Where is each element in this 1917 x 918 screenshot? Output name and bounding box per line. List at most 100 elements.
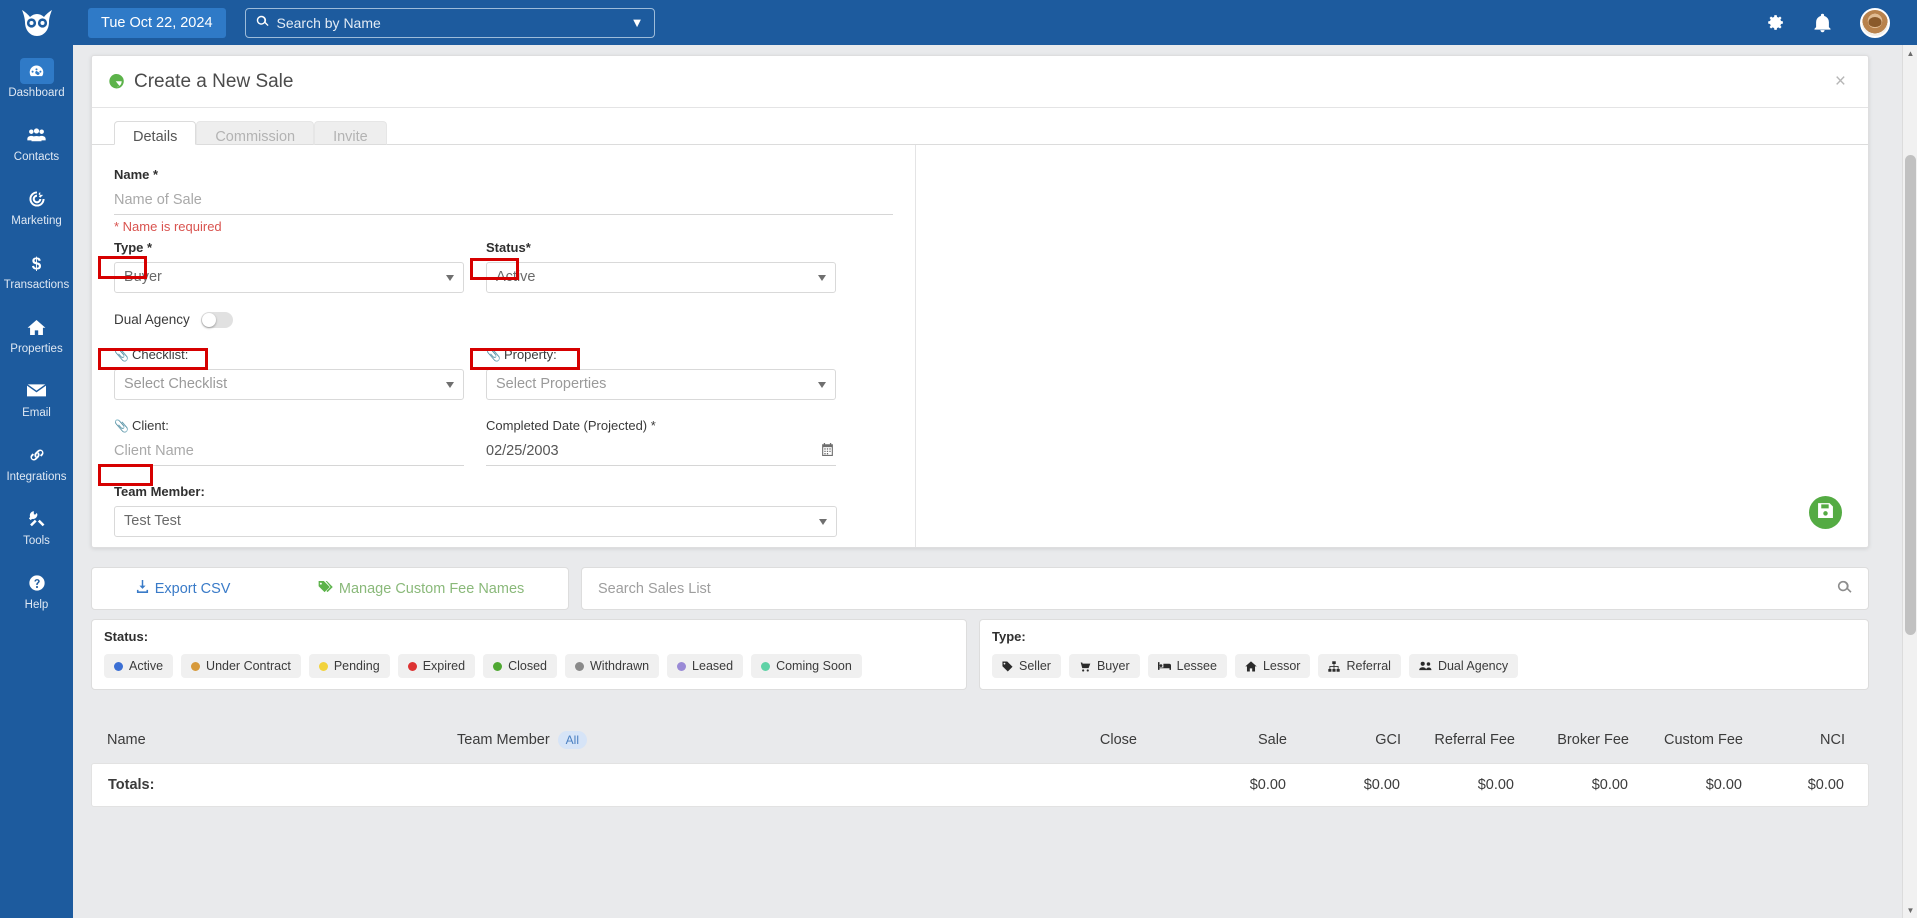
tag-icon <box>1002 660 1013 672</box>
status-chip-withdrawn[interactable]: Withdrawn <box>565 654 660 678</box>
sitemap-icon <box>1328 660 1341 672</box>
sidebar-item-help[interactable]: Help <box>0 560 73 621</box>
chevron-down-icon <box>446 275 454 281</box>
status-select-value: Active <box>496 269 536 285</box>
tab-commission[interactable]: Commission <box>196 121 315 145</box>
create-sale-modal: Create a New Sale × Details Commission I… <box>91 55 1869 548</box>
status-chip-coming-soon[interactable]: Coming Soon <box>751 654 862 678</box>
column-header-name[interactable]: Name <box>107 732 457 748</box>
sidebar-item-marketing[interactable]: Marketing <box>0 176 73 237</box>
status-chip-closed[interactable]: Closed <box>483 654 557 678</box>
paperclip-icon: 📎 <box>114 348 129 362</box>
status-select[interactable]: Active <box>486 262 836 293</box>
column-header-team-member[interactable]: Team Member All <box>457 731 797 749</box>
column-header-gci[interactable]: GCI <box>1287 732 1401 748</box>
sidebar: Dashboard Contacts Marketing $ Transacti… <box>0 0 73 918</box>
column-header-close[interactable]: Close <box>797 732 1173 748</box>
team-member-all-pill[interactable]: All <box>557 731 588 749</box>
owl-logo-icon[interactable] <box>0 0 73 45</box>
column-header-nci[interactable]: NCI <box>1743 732 1853 748</box>
type-chip-dual-agency[interactable]: Dual Agency <box>1408 654 1519 678</box>
scroll-up-arrow[interactable]: ▲ <box>1903 45 1917 61</box>
home-icon <box>20 314 54 340</box>
type-label: Type * <box>114 240 153 255</box>
global-search[interactable]: ▼ <box>244 7 655 38</box>
status-chip-under-contract[interactable]: Under Contract <box>181 654 301 678</box>
checklist-select[interactable]: Select Checklist <box>114 369 464 400</box>
column-header-referral-fee[interactable]: Referral Fee <box>1401 732 1515 748</box>
scroll-down-arrow[interactable]: ▼ <box>1903 902 1917 918</box>
sales-search-input[interactable] <box>598 580 1837 597</box>
chip-label: Pending <box>333 659 380 673</box>
export-csv-button[interactable]: Export CSV <box>136 580 230 597</box>
date-display[interactable]: Tue Oct 22, 2024 <box>88 7 226 38</box>
tab-invite[interactable]: Invite <box>314 121 387 145</box>
tab-details[interactable]: Details <box>114 121 197 145</box>
type-chip-referral[interactable]: Referral <box>1318 654 1401 678</box>
column-header-sale[interactable]: Sale <box>1173 732 1287 748</box>
type-chip-buyer[interactable]: Buyer <box>1068 654 1140 678</box>
sidebar-item-integrations[interactable]: Integrations <box>0 432 73 493</box>
sidebar-item-dashboard[interactable]: Dashboard <box>0 48 73 109</box>
type-chip-seller[interactable]: Seller <box>992 654 1061 678</box>
type-chip-lessor[interactable]: Lessor <box>1234 654 1311 678</box>
column-header-broker-fee[interactable]: Broker Fee <box>1515 732 1629 748</box>
type-field-group: Type * Buyer <box>114 240 464 293</box>
search-input[interactable] <box>276 14 625 31</box>
column-header-custom-fee[interactable]: Custom Fee <box>1629 732 1743 748</box>
search-icon[interactable] <box>1837 580 1852 598</box>
link-icon <box>20 442 54 468</box>
close-icon[interactable]: × <box>1835 72 1846 91</box>
dollar-icon: $ <box>20 250 54 276</box>
save-button[interactable] <box>1809 496 1842 529</box>
topbar-actions <box>1764 7 1917 38</box>
tag-icon <box>318 580 333 597</box>
download-icon <box>136 580 149 597</box>
status-dot <box>575 661 584 671</box>
property-select-value: Select Properties <box>496 376 607 392</box>
dual-agency-group: Dual Agency <box>114 311 893 329</box>
sidebar-item-contacts[interactable]: Contacts <box>0 112 73 173</box>
sidebar-item-transactions[interactable]: $ Transactions <box>0 240 73 301</box>
property-select[interactable]: Select Properties <box>486 369 836 400</box>
status-chip-expired[interactable]: Expired <box>397 654 476 678</box>
scrollbar-thumb[interactable] <box>1905 155 1916 635</box>
dual-agency-toggle[interactable] <box>201 311 234 328</box>
bell-icon[interactable] <box>1813 13 1832 33</box>
totals-label: Totals: <box>108 777 155 793</box>
calendar-icon[interactable] <box>821 443 834 459</box>
totals-gci: $0.00 <box>1363 777 1400 793</box>
people-icon <box>1419 661 1432 671</box>
sidebar-item-label: Contacts <box>13 151 60 163</box>
manage-custom-fee-names-button[interactable]: Manage Custom Fee Names <box>318 580 524 597</box>
type-chips: Seller Buyer Lessee Lessor Referral Dual… <box>992 654 1856 678</box>
page-content: Create a New Sale × Details Commission I… <box>73 45 1917 918</box>
chevron-down-icon[interactable]: ▼ <box>631 15 644 30</box>
avatar[interactable] <box>1860 7 1890 38</box>
filters-row: Status: Active Under Contract Pending Ex… <box>91 619 1869 690</box>
type-select[interactable]: Buyer <box>114 262 464 293</box>
checklist-label: 📎 Checklist: <box>114 347 464 362</box>
sidebar-item-email[interactable]: Email <box>0 368 73 429</box>
paperclip-icon: 📎 <box>486 348 501 362</box>
sales-search-box[interactable] <box>581 567 1869 610</box>
completed-date-input[interactable] <box>486 440 836 466</box>
status-chip-active[interactable]: Active <box>104 654 174 678</box>
gear-icon[interactable] <box>1764 12 1785 33</box>
status-chip-leased[interactable]: Leased <box>667 654 744 678</box>
sidebar-item-properties[interactable]: Properties <box>0 304 73 365</box>
column-header-team-member-label: Team Member <box>457 732 550 748</box>
type-chip-lessee[interactable]: Lessee <box>1147 654 1227 678</box>
team-member-select[interactable]: Test Test <box>114 506 837 537</box>
page-scrollbar[interactable]: ▲ ▼ <box>1902 45 1917 918</box>
name-input[interactable] <box>114 189 893 215</box>
sidebar-item-label: Help <box>24 599 49 611</box>
status-chip-pending[interactable]: Pending <box>308 654 390 678</box>
chip-label: Under Contract <box>206 659 291 673</box>
sidebar-item-tools[interactable]: Tools <box>0 496 73 557</box>
people-icon <box>20 122 54 148</box>
client-input[interactable] <box>114 440 464 466</box>
sidebar-item-label: Dashboard <box>8 87 65 99</box>
team-member-label: Team Member: <box>114 484 205 499</box>
completed-date-group: Completed Date (Projected) * <box>486 418 836 466</box>
